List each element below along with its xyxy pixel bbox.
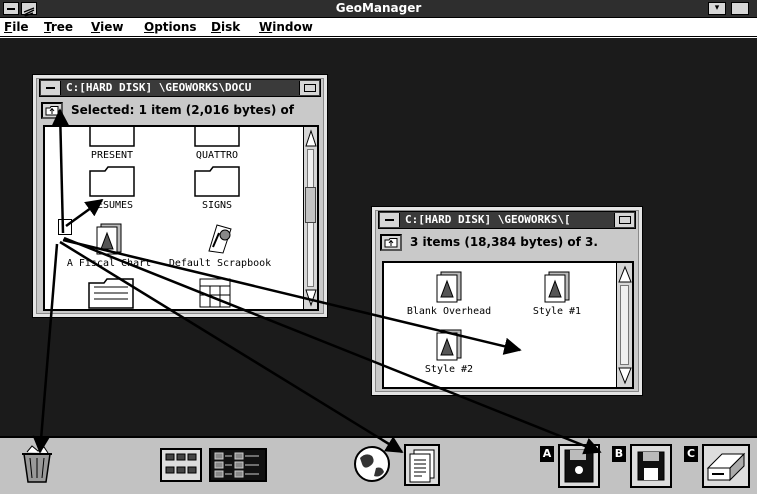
menu-options[interactable]: Options <box>144 20 197 34</box>
drive-frame <box>702 444 750 488</box>
selection-marker <box>58 219 72 235</box>
drive-frame <box>630 444 672 488</box>
grid-view-icon <box>165 453 197 474</box>
menu-tree[interactable]: Tree <box>44 20 73 34</box>
maximize-button[interactable] <box>731 2 749 15</box>
item-label: Style #1 <box>532 306 582 317</box>
folder-window-geoworks[interactable]: C:[HARD DISK] \GEOWORKS\[ 3 items (18,38… <box>371 206 643 396</box>
window-title: C:[HARD DISK] \GEOWORKS\[ <box>405 213 571 226</box>
window-system-menu-button[interactable] <box>380 213 400 227</box>
up-folder-icon <box>384 238 398 248</box>
scroll-thumb[interactable] <box>305 187 316 223</box>
menu-bar: File Tree View Options Disk Window <box>0 18 757 37</box>
document-icon <box>409 449 435 483</box>
document-default-scrapbook[interactable]: Default Scrapbook <box>163 223 277 269</box>
document-blank-overhead[interactable]: Blank Overhead <box>394 271 504 317</box>
menu-disk[interactable]: Disk <box>211 20 240 34</box>
app-titlebar: GeoManager ▾ <box>0 0 757 18</box>
window-title: C:[HARD DISK] \GEOWORKS\DOCU <box>66 81 252 94</box>
vertical-scrollbar[interactable] <box>303 127 317 309</box>
item-label: Blank Overhead <box>406 306 492 317</box>
floppy-disk-icon <box>637 451 665 481</box>
hard-disk-icon <box>706 452 746 482</box>
menu-view[interactable]: View <box>91 20 123 34</box>
drive-letter: C <box>684 446 698 462</box>
names-view-button[interactable] <box>209 448 267 482</box>
wastebasket-icon[interactable] <box>18 444 56 488</box>
documents-button[interactable] <box>404 444 440 486</box>
up-directory-button[interactable] <box>41 102 63 119</box>
document-style-2[interactable]: Style #2 <box>404 329 494 375</box>
minimize-button[interactable]: ▾ <box>708 2 726 15</box>
folder-signs[interactable]: SIGNS <box>172 165 262 211</box>
up-folder-icon <box>45 106 59 116</box>
window-titlebar[interactable]: C:[HARD DISK] \GEOWORKS\[ <box>378 211 636 229</box>
document-icon <box>96 223 122 255</box>
item-label: Style #2 <box>424 364 474 375</box>
file-list: Blank Overhead Style #1 Style #2 <box>382 261 634 389</box>
document-icon <box>544 271 570 303</box>
folder-quattro[interactable]: QUATTRO <box>172 127 262 161</box>
item-label: PRESENT <box>90 150 134 161</box>
document-icon <box>436 271 462 303</box>
vertical-scrollbar[interactable] <box>616 263 632 387</box>
folder-icon <box>194 165 240 197</box>
window-maximize-button[interactable] <box>614 213 634 227</box>
taskbar: A B C <box>0 436 757 494</box>
folder-icon <box>194 127 240 147</box>
window-status-bar: Selected: 1 item (2,016 bytes) of <box>41 101 319 121</box>
window-titlebar[interactable]: C:[HARD DISK] \GEOWORKS\DOCU <box>39 79 321 97</box>
up-directory-button[interactable] <box>380 234 402 251</box>
item-label: QUATTRO <box>195 150 239 161</box>
drive-letter: A <box>540 446 554 462</box>
folder-window-documents[interactable]: C:[HARD DISK] \GEOWORKS\DOCU Selected: 1… <box>32 74 328 318</box>
window-system-menu-button[interactable] <box>41 81 61 95</box>
drive-letter: B <box>612 446 626 462</box>
item-label: SIGNS <box>201 200 233 211</box>
menu-file[interactable]: File <box>4 20 29 34</box>
folder-present[interactable]: PRESENT <box>67 127 157 161</box>
folder-icon <box>89 165 135 197</box>
floppy-disk-icon <box>564 449 594 483</box>
menu-window[interactable]: Window <box>259 20 313 34</box>
drive-a-button[interactable]: A <box>540 442 604 490</box>
folder-resumes[interactable]: RESUMES <box>67 165 157 211</box>
list-view-icon <box>214 452 259 478</box>
item-label: RESUMES <box>90 200 134 211</box>
drive-b-button[interactable]: B <box>612 442 676 490</box>
drive-frame <box>558 444 600 488</box>
icon-view-button[interactable] <box>160 448 202 482</box>
scroll-down-arrow[interactable] <box>305 288 317 308</box>
drive-c-button[interactable]: C <box>684 442 754 490</box>
scroll-down-arrow[interactable] <box>618 366 632 386</box>
folder-partial[interactable] <box>81 277 141 309</box>
window-maximize-button[interactable] <box>299 81 319 95</box>
calendar-icon <box>192 277 238 309</box>
item-label: Default Scrapbook <box>168 258 272 269</box>
scroll-up-arrow[interactable] <box>618 264 632 284</box>
item-label: A Fiscal Chart <box>66 258 152 269</box>
scroll-up-arrow[interactable] <box>305 128 317 148</box>
scrapbook-icon <box>207 223 233 255</box>
folder-icon <box>89 127 135 147</box>
document-style-1[interactable]: Style #1 <box>512 271 602 317</box>
document-icon <box>436 329 462 361</box>
scroll-track[interactable] <box>620 285 629 365</box>
window-status-bar: 3 items (18,384 bytes) of 3. <box>380 233 634 253</box>
selection-status-text: Selected: 1 item (2,016 bytes) of <box>71 103 294 117</box>
selection-status-text: 3 items (18,384 bytes) of 3. <box>410 235 598 249</box>
file-list: PRESENT QUATTRO RESUMES SIGNS A Fiscal C… <box>43 125 319 311</box>
app-title: GeoManager <box>335 1 422 15</box>
document-partial[interactable] <box>185 277 245 309</box>
folder-icon <box>88 277 134 309</box>
globe-icon[interactable] <box>352 444 392 488</box>
